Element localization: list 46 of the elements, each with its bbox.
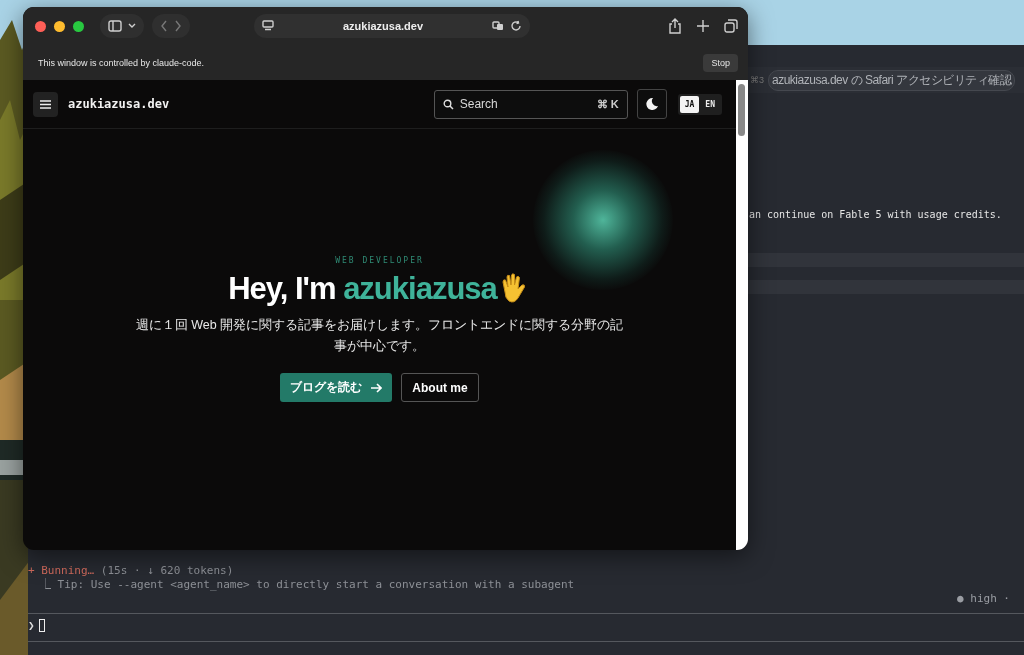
minimize-button[interactable] [54, 20, 65, 32]
search-icon [442, 98, 454, 110]
eyebrow-label: WEB DEVELOPER [335, 256, 424, 265]
share-icon[interactable] [668, 18, 682, 34]
tab-shortcut: ⌘3 [750, 75, 764, 85]
forward-icon[interactable] [174, 20, 182, 32]
about-button[interactable]: About me [401, 373, 479, 402]
moon-icon [644, 97, 659, 111]
stop-button[interactable]: Stop [703, 53, 738, 72]
scroll-thumb[interactable] [738, 84, 745, 136]
sidebar-icon [108, 20, 122, 32]
site-title[interactable]: azukiazusa.dev [68, 97, 428, 111]
close-button[interactable] [35, 20, 46, 32]
language-option[interactable]: EN [700, 95, 720, 113]
menu-button[interactable] [33, 91, 58, 117]
language-option[interactable]: JA [679, 95, 700, 113]
status-detail: (15s · ↓ 620 tokens) [100, 564, 234, 577]
reload-icon[interactable] [510, 20, 522, 32]
hero-heading: Hey, I'm [228, 271, 337, 307]
search-field[interactable]: Search ⌘ K [433, 89, 628, 119]
tip-line: ⎿ Tip: Use --agent <agent_name> to directly start a conversation with a subagent [40, 578, 575, 591]
search-input[interactable]: Search [459, 97, 591, 111]
shortcut-hint: ⌘ K [596, 97, 619, 111]
page-icon [262, 20, 274, 32]
translate-icon[interactable] [492, 20, 504, 32]
zoom-button[interactable] [73, 20, 84, 32]
output-line: an continue on Fable 5 with usage credits. [749, 209, 1002, 220]
prompt-symbol: ❯ [28, 619, 35, 632]
read-blog-button[interactable]: ブログを読む [280, 373, 393, 402]
effort-indicator: ● high · [957, 592, 1010, 605]
tabs-overview-icon[interactable] [724, 19, 738, 33]
address-bar[interactable]: azukiazusa.dev [254, 14, 530, 38]
new-tab-icon[interactable] [696, 19, 710, 33]
status-spinner: + Bunning… [28, 564, 95, 577]
arrow-right-icon [370, 382, 383, 393]
scrollbar[interactable] [736, 80, 748, 550]
sidebar-button[interactable] [100, 14, 144, 38]
terminal-tab[interactable]: azukiazusa.dev の Safari アクセシビリティ確認 [768, 69, 1016, 91]
automation-notice-text: This window is controlled by claude-code. [38, 57, 205, 68]
hero-name: azukiazusa [343, 271, 497, 307]
text-cursor [38, 619, 45, 632]
chevron-down-icon [128, 23, 136, 29]
intro-text: 週に１回 Web 開発に関する記事をお届けします。フロントエンドに関する分野の記事が中心です。 [134, 317, 625, 355]
back-icon[interactable] [160, 20, 168, 32]
menu-icon [40, 99, 51, 109]
theme-toggle[interactable] [636, 89, 667, 119]
